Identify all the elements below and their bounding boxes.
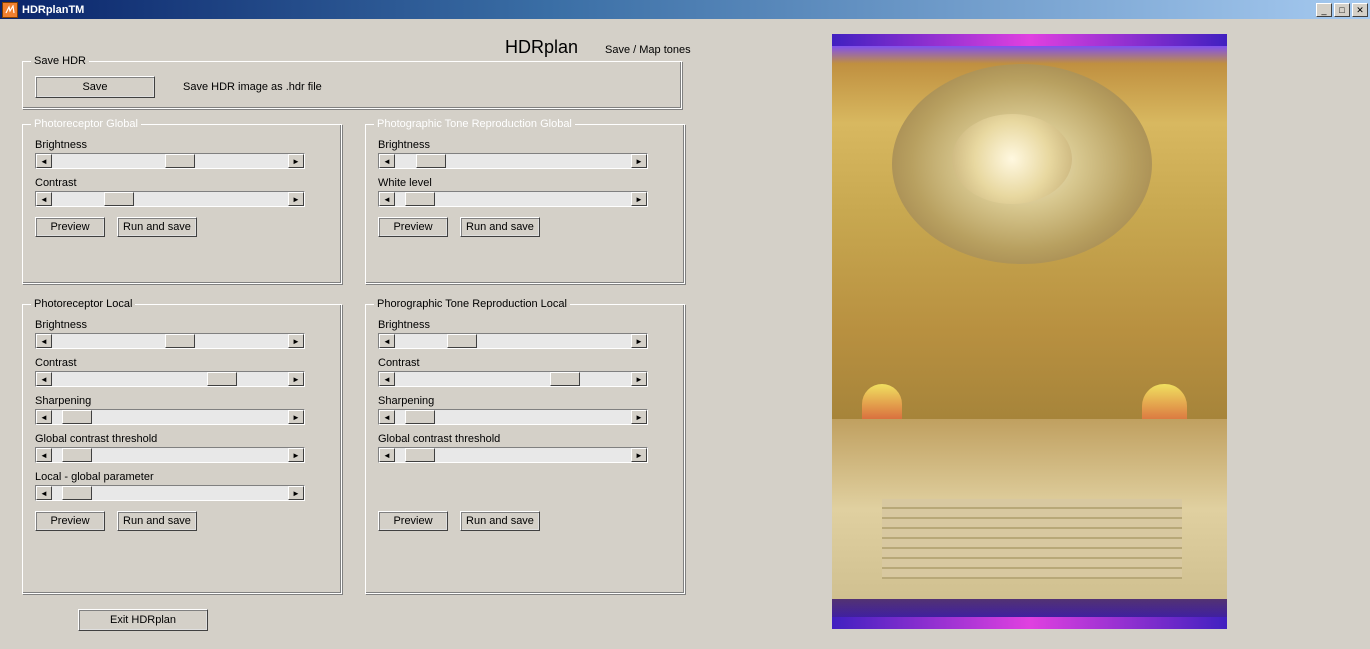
right-arrow-icon[interactable]: ► bbox=[288, 486, 304, 500]
exit-button[interactable]: Exit HDRplan bbox=[78, 609, 208, 631]
content-area: HDRplan Save / Map tones Save HDR Save S… bbox=[0, 19, 1370, 649]
left-arrow-icon[interactable]: ◄ bbox=[36, 192, 52, 206]
ptl-sharpening-label: Sharpening bbox=[378, 395, 672, 407]
preview-image bbox=[832, 34, 1227, 629]
pl-sharpening-label: Sharpening bbox=[35, 395, 329, 407]
ptg-run-button[interactable]: Run and save bbox=[460, 217, 540, 237]
pg-run-button[interactable]: Run and save bbox=[117, 217, 197, 237]
right-arrow-icon[interactable]: ► bbox=[288, 448, 304, 462]
pg-contrast-label: Contrast bbox=[35, 177, 329, 189]
pl-legend: Photoreceptor Local bbox=[31, 298, 135, 310]
close-button[interactable]: ✕ bbox=[1352, 3, 1368, 17]
ptl-gct-slider[interactable]: ◄ ► bbox=[378, 447, 648, 463]
left-arrow-icon[interactable]: ◄ bbox=[36, 334, 52, 348]
ptg-preview-button[interactable]: Preview bbox=[378, 217, 448, 237]
left-arrow-icon[interactable]: ◄ bbox=[379, 448, 395, 462]
ptl-run-button[interactable]: Run and save bbox=[460, 511, 540, 531]
pl-brightness-slider[interactable]: ◄ ► bbox=[35, 333, 305, 349]
page-title: HDRplan bbox=[505, 37, 578, 58]
ptg-white-label: White level bbox=[378, 177, 672, 189]
pl-run-button[interactable]: Run and save bbox=[117, 511, 197, 531]
pl-gct-label: Global contrast threshold bbox=[35, 433, 329, 445]
left-arrow-icon[interactable]: ◄ bbox=[36, 372, 52, 386]
pl-sharpening-slider[interactable]: ◄ ► bbox=[35, 409, 305, 425]
ptl-sharpening-slider[interactable]: ◄ ► bbox=[378, 409, 648, 425]
app-icon bbox=[2, 2, 18, 18]
right-arrow-icon[interactable]: ► bbox=[631, 154, 647, 168]
ptl-legend: Phorographic Tone Reproduction Local bbox=[374, 298, 570, 310]
pg-legend: Photoreceptor Global bbox=[31, 118, 141, 130]
ptl-contrast-slider[interactable]: ◄ ► bbox=[378, 371, 648, 387]
left-arrow-icon[interactable]: ◄ bbox=[379, 154, 395, 168]
ptl-brightness-label: Brightness bbox=[378, 319, 672, 331]
ptg-brightness-slider[interactable]: ◄ ► bbox=[378, 153, 648, 169]
pg-brightness-slider[interactable]: ◄ ► bbox=[35, 153, 305, 169]
photoreceptor-local-panel: Photoreceptor Local Brightness ◄ ► Contr… bbox=[22, 304, 342, 594]
left-arrow-icon[interactable]: ◄ bbox=[36, 410, 52, 424]
right-arrow-icon[interactable]: ► bbox=[631, 410, 647, 424]
ptg-white-slider[interactable]: ◄ ► bbox=[378, 191, 648, 207]
left-arrow-icon[interactable]: ◄ bbox=[36, 448, 52, 462]
pg-contrast-slider[interactable]: ◄ ► bbox=[35, 191, 305, 207]
pg-brightness-label: Brightness bbox=[35, 139, 329, 151]
right-arrow-icon[interactable]: ► bbox=[288, 372, 304, 386]
page-subtitle: Save / Map tones bbox=[605, 44, 691, 56]
ptg-legend: Photographic Tone Reproduction Global bbox=[374, 118, 575, 130]
save-desc: Save HDR image as .hdr file bbox=[183, 81, 322, 93]
pl-contrast-label: Contrast bbox=[35, 357, 329, 369]
pl-contrast-slider[interactable]: ◄ ► bbox=[35, 371, 305, 387]
left-arrow-icon[interactable]: ◄ bbox=[36, 154, 52, 168]
ptl-preview-button[interactable]: Preview bbox=[378, 511, 448, 531]
ptl-contrast-label: Contrast bbox=[378, 357, 672, 369]
pl-gct-slider[interactable]: ◄ ► bbox=[35, 447, 305, 463]
save-button[interactable]: Save bbox=[35, 76, 155, 98]
right-arrow-icon[interactable]: ► bbox=[631, 334, 647, 348]
left-arrow-icon[interactable]: ◄ bbox=[379, 192, 395, 206]
save-hdr-panel: Save HDR Save Save HDR image as .hdr fil… bbox=[22, 61, 682, 109]
photographic-local-panel: Phorographic Tone Reproduction Local Bri… bbox=[365, 304, 685, 594]
right-arrow-icon[interactable]: ► bbox=[288, 334, 304, 348]
left-arrow-icon[interactable]: ◄ bbox=[36, 486, 52, 500]
pl-lgp-slider[interactable]: ◄ ► bbox=[35, 485, 305, 501]
left-arrow-icon[interactable]: ◄ bbox=[379, 334, 395, 348]
photographic-global-panel: Photographic Tone Reproduction Global Br… bbox=[365, 124, 685, 284]
save-hdr-legend: Save HDR bbox=[31, 55, 89, 67]
left-arrow-icon[interactable]: ◄ bbox=[379, 372, 395, 386]
pg-preview-button[interactable]: Preview bbox=[35, 217, 105, 237]
left-arrow-icon[interactable]: ◄ bbox=[379, 410, 395, 424]
right-arrow-icon[interactable]: ► bbox=[631, 372, 647, 386]
right-arrow-icon[interactable]: ► bbox=[288, 154, 304, 168]
right-arrow-icon[interactable]: ► bbox=[631, 448, 647, 462]
pl-lgp-label: Local - global parameter bbox=[35, 471, 329, 483]
minimize-button[interactable]: _ bbox=[1316, 3, 1332, 17]
pl-brightness-label: Brightness bbox=[35, 319, 329, 331]
ptg-brightness-label: Brightness bbox=[378, 139, 672, 151]
right-arrow-icon[interactable]: ► bbox=[288, 410, 304, 424]
title-bar: HDRplanTM _ □ ✕ bbox=[0, 0, 1370, 19]
right-arrow-icon[interactable]: ► bbox=[288, 192, 304, 206]
window-title: HDRplanTM bbox=[22, 4, 1314, 16]
right-arrow-icon[interactable]: ► bbox=[631, 192, 647, 206]
maximize-button[interactable]: □ bbox=[1334, 3, 1350, 17]
photoreceptor-global-panel: Photoreceptor Global Brightness ◄ ► Cont… bbox=[22, 124, 342, 284]
ptl-brightness-slider[interactable]: ◄ ► bbox=[378, 333, 648, 349]
ptl-gct-label: Global contrast threshold bbox=[378, 433, 672, 445]
pl-preview-button[interactable]: Preview bbox=[35, 511, 105, 531]
